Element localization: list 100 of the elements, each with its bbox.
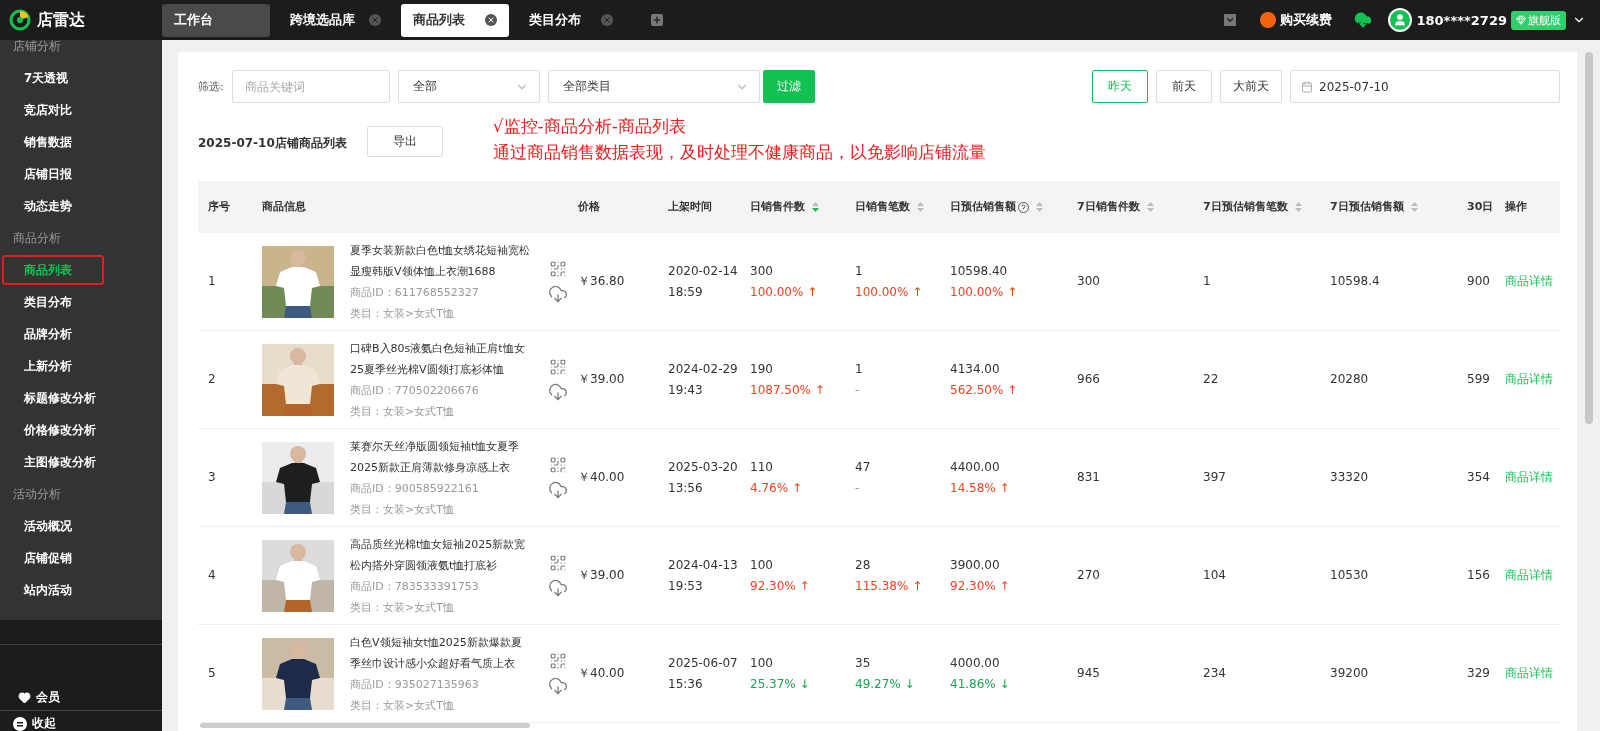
table-cell-text: 3 [208,469,217,487]
close-icon[interactable] [485,14,497,26]
tab[interactable]: 跨境选品库 [278,3,393,37]
table-cell-text: 300 [1077,273,1101,291]
table-cell-text: 20280 [1330,371,1370,389]
sidebar-item[interactable]: 商品列表 [0,254,162,286]
sidebar-item[interactable]: 动态走势 [0,190,162,222]
sidebar-item[interactable]: 店铺日报 [0,158,162,190]
sidebar-item[interactable]: 品牌分析 [0,318,162,350]
download-icon[interactable] [548,675,568,696]
table-cell-text: 4134.00 [950,360,1001,378]
product-title[interactable]: 莱赛尔天丝净版圆领短袖t恤女夏季2025新款正肩薄款修身凉感上衣 [350,435,532,478]
scrollbar-thumb[interactable] [200,723,530,729]
product-title[interactable]: 白色V领短袖女t恤2025新款爆款夏季丝巾设计感小众超好看气质上衣 [350,631,532,674]
table-cell-text: 1 [855,360,864,378]
tab[interactable]: 工作台 [162,3,270,37]
sidebar-item[interactable]: 店铺促销 [0,542,162,574]
avatar-icon[interactable] [1388,8,1413,32]
qr-code-icon[interactable] [549,357,567,376]
table-cell-text: 2 [208,371,217,389]
category-select[interactable]: 全部类目 [547,70,760,103]
date-field[interactable]: 2025-07-10 [1290,70,1560,103]
sort-icon[interactable] [811,201,820,214]
sidebar-item[interactable]: 竞店对比 [0,94,162,126]
table-cell-text: 2020-02-14 [668,262,739,280]
qr-code-icon[interactable] [549,651,567,670]
table-cell-text: 2025-06-07 [668,654,739,672]
table-cell-text: 100 [750,654,774,672]
table-cell-text: 33320 [1330,469,1370,487]
table-cell-text: 39200 [1330,665,1370,683]
table-cell-text: 300 [750,262,774,280]
qr-code-icon[interactable] [549,259,567,278]
change-value: 1087.50% ↑ [750,381,826,399]
change-value: 100.00% ↑ [855,283,924,301]
column-header: 日预估销售额 [940,180,1067,233]
add-tab-icon[interactable] [651,14,663,26]
table-cell-text: 10598.40 [950,262,1009,280]
change-value: - [855,479,861,497]
product-category: 类目：女装>女式T恤 [350,403,455,420]
product-title[interactable]: 夏季女装新款白色t恤女绣花短袖宽松显瘦韩版V领体恤上衣潮1688 [350,239,532,282]
product-category: 类目：女装>女式T恤 [350,599,455,616]
qr-code-icon[interactable] [549,455,567,474]
download-icon[interactable] [548,381,568,402]
table-cell-text: 13:56 [668,479,704,497]
product-title[interactable]: 高品质丝光棉t恤女短袖2025新款宽松内搭外穿圆领液氨t恤打底衫 [350,533,532,576]
column-header: 30日 [1457,180,1495,233]
table-cell-text: 35 [855,654,872,672]
calendar-icon [1301,80,1313,93]
table-cell-text: 15:36 [668,675,704,693]
table-cell-text: 1 [855,262,864,280]
sidebar-item[interactable]: 7天透视 [0,62,162,94]
heart-icon [18,690,31,704]
table-cell-text: 599 [1467,371,1491,389]
day-button[interactable]: 大前天 [1220,70,1282,103]
status-select[interactable]: 全部 [397,70,540,103]
dropdown-icon[interactable] [1224,14,1237,26]
product-category: 类目：女装>女式T恤 [350,305,455,322]
sidebar-item[interactable]: 标题修改分析 [0,382,162,414]
product-title[interactable]: 口碑B入80s液氨白色短袖正肩t恤女 25夏季丝光棉V圆领打底衫体恤 [350,337,532,380]
download-icon[interactable] [548,283,568,304]
table-cell-text: 28 [855,556,872,574]
sidebar-item[interactable]: 站内活动 [0,574,162,606]
column-header: 价格 [568,180,658,233]
sidebar-item[interactable]: 价格修改分析 [0,414,162,446]
tab[interactable]: 类目分布 [517,3,625,37]
export-button[interactable]: 导出 [366,126,443,157]
table-cell-text: 19:53 [668,577,704,595]
table-cell-text: 190 [750,360,774,378]
menu-group-title: 店铺分析 [12,40,62,55]
change-value: 562.50% ↑ [950,381,1019,399]
sidebar-item[interactable]: 主图修改分析 [0,446,162,478]
keyword-field[interactable]: 商品关键词 [231,70,390,103]
sidebar-item[interactable]: 上新分析 [0,350,162,382]
tab[interactable]: 商品列表 [401,3,509,37]
sidebar-item[interactable]: 销售数据 [0,126,162,158]
table-cell-text: 2024-04-13 [668,556,739,574]
member-link[interactable]: 会员 [0,684,162,710]
table-cell-text: 2024-02-29 [668,360,739,378]
sidebar-item[interactable]: 类目分布 [0,286,162,318]
table-cell-text: 234 [1203,665,1227,683]
sidebar-item[interactable]: 活动概况 [0,510,162,542]
table-cell-text: 10530 [1330,567,1370,585]
day-button[interactable]: 前天 [1156,70,1212,103]
change-value: 25.37% ↓ [750,675,811,693]
collapse-button[interactable]: 收起 [0,710,162,731]
table-cell-text: 945 [1077,665,1101,683]
download-icon[interactable] [548,479,568,500]
download-icon[interactable] [548,577,568,598]
qr-code-icon[interactable] [549,553,567,572]
download-icon[interactable] [1354,11,1373,29]
scrollbar-thumb[interactable] [1584,52,1593,424]
plan-badge: 旗舰版 [1511,10,1566,30]
account-name[interactable]: 180****2729 [1416,12,1507,28]
table-cell-text: 18:59 [668,283,704,301]
column-header: 操作 [1495,180,1560,233]
change-value: 41.86% ↓ [950,675,1011,693]
renew-link[interactable]: 购买续费 [1260,11,1333,29]
logo-text: 店雷达 [37,9,85,31]
annotation-text: 通过商品销售数据表现，及时处理不健康商品，以免影响店铺流量 [492,141,986,164]
table-cell-text: 270 [1077,567,1101,585]
